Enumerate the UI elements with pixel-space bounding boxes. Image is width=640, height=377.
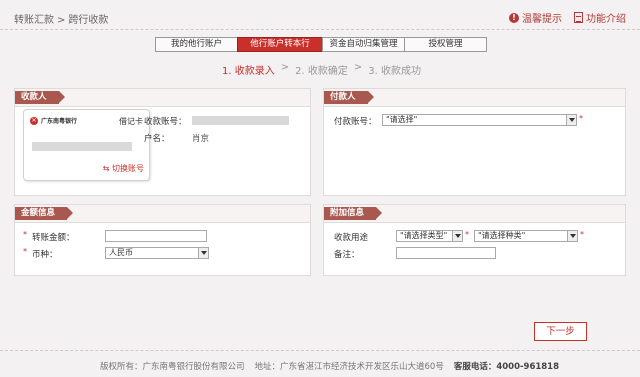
switch-icon: ⇆	[102, 164, 110, 173]
required-mark: *	[23, 230, 27, 239]
bank-logo-icon: ✕	[30, 116, 38, 125]
switch-account-label: 切换账号	[112, 164, 144, 173]
footer-content: 版权所有：广东南粤银行股份有限公司 地址：广东省湛江市经济技术开发区乐山大道60…	[100, 360, 559, 372]
remark-label: 备注：	[334, 250, 360, 260]
payer-panel-title: 付款人	[324, 91, 373, 104]
chevron-down-icon	[198, 248, 208, 258]
purpose-type-select-value: "请选择类型"	[400, 231, 448, 240]
intro-link-label: 功能介绍	[586, 14, 626, 25]
tips-link-label: 温馨提示	[522, 14, 562, 25]
bank-name: 广东南粤银行	[41, 118, 78, 125]
chevron-down-icon	[567, 231, 577, 241]
bank-card: ✕ 广东南粤银行 借记卡 ⇆ 切换账号	[23, 109, 150, 181]
switch-account-link[interactable]: ⇆ 切换账号	[103, 163, 144, 174]
step-2: 2. 收款确定	[295, 66, 348, 77]
card-number-masked	[32, 142, 132, 151]
purpose-label: 收款用途	[334, 233, 369, 243]
payee-account-masked	[192, 116, 289, 125]
payer-panel: 付款人 付款账号： "请选择" *	[323, 88, 626, 196]
purpose-type-select[interactable]: "请选择类型"	[396, 230, 463, 242]
extra-info-panel-title: 附加信息	[324, 207, 383, 220]
chevron-down-icon	[452, 231, 462, 241]
required-mark: *	[580, 230, 584, 239]
breadcrumb-parent[interactable]: 转账汇款	[14, 15, 54, 26]
currency-select[interactable]: 人民币	[105, 247, 209, 259]
payee-name-value: 肖京	[192, 134, 210, 144]
purpose-kind-select[interactable]: "请选择种类"	[474, 230, 578, 242]
breadcrumb-separator: >	[57, 15, 66, 26]
amount-panel: 金额信息 * 转账金额： * 币种： 人民币	[14, 204, 311, 276]
extra-info-panel-header: 附加信息	[324, 205, 625, 223]
breadcrumb: 转账汇款 > 跨行收款	[14, 11, 108, 26]
extra-info-panel: 附加信息 收款用途 "请选择类型" * "请选择种类" * 备注：	[323, 204, 626, 276]
footer-hotline: 客服电话：4000-961818	[453, 362, 560, 372]
payee-panel-header: 收款人	[15, 89, 310, 107]
step-3: 3. 收款成功	[368, 66, 421, 77]
required-mark: *	[465, 230, 469, 239]
step-indicator: 1. 收款录入 > 2. 收款确定 > 3. 收款成功	[222, 62, 421, 77]
tab-other-bank-to-this-bank[interactable]: 他行账户转本行	[237, 37, 323, 52]
amount-panel-header: 金额信息	[15, 205, 310, 223]
purpose-kind-select-value: "请选择种类"	[478, 231, 526, 240]
required-mark: *	[23, 247, 27, 256]
tab-fund-auto-collection[interactable]: 资金自动归集管理	[322, 37, 405, 52]
payer-panel-header: 付款人	[324, 89, 625, 107]
bank-logo: ✕ 广东南粤银行	[30, 116, 77, 125]
footer-copyright: 版权所有：广东南粤银行股份有限公司	[100, 362, 245, 372]
payee-name-label: 户名：	[144, 134, 170, 144]
payer-account-select-value: "请选择"	[386, 115, 418, 124]
payee-panel-title: 收款人	[15, 91, 64, 104]
amount-input[interactable]	[105, 230, 207, 242]
step-1: 1. 收款录入	[222, 66, 275, 77]
top-bar: 转账汇款 > 跨行收款 ! 温馨提示 功能介绍	[0, 0, 640, 30]
currency-select-value: 人民币	[109, 248, 133, 257]
remark-input[interactable]	[396, 247, 496, 259]
footer: 版权所有：广东南粤银行股份有限公司 地址：广东省湛江市经济技术开发区乐山大道60…	[0, 350, 640, 377]
tab-my-other-bank-accounts[interactable]: 我的他行账户	[155, 37, 238, 52]
payee-panel: 收款人 ✕ 广东南粤银行 借记卡 ⇆ 切换账号 收款账号： 户名： 肖京	[14, 88, 311, 196]
payer-account-select[interactable]: "请选择"	[382, 114, 577, 126]
amount-label: 转账金额：	[32, 233, 75, 243]
payer-account-label: 付款账号：	[334, 117, 377, 127]
amount-panel-title: 金额信息	[15, 207, 74, 220]
footer-address: 地址：广东省湛江市经济技术开发区乐山大道60号	[254, 362, 444, 372]
step-separator: >	[353, 62, 363, 73]
chevron-down-icon	[566, 115, 576, 125]
step-separator: >	[280, 62, 290, 73]
tab-bar: 我的他行账户 他行账户转本行 资金自动归集管理 授权管理	[155, 37, 487, 52]
card-type: 借记卡	[119, 117, 143, 126]
required-mark: *	[579, 114, 583, 123]
tips-link[interactable]: ! 温馨提示	[509, 10, 562, 25]
currency-label: 币种：	[32, 250, 58, 260]
next-button[interactable]: 下一步	[534, 322, 587, 341]
payee-account-label: 收款账号：	[144, 117, 187, 127]
intro-link[interactable]: 功能介绍	[574, 10, 626, 25]
breadcrumb-current: 跨行收款	[68, 15, 109, 26]
document-icon	[574, 12, 583, 23]
top-links: ! 温馨提示 功能介绍	[509, 10, 626, 25]
tab-authorization[interactable]: 授权管理	[404, 37, 487, 52]
info-icon: !	[509, 12, 519, 23]
